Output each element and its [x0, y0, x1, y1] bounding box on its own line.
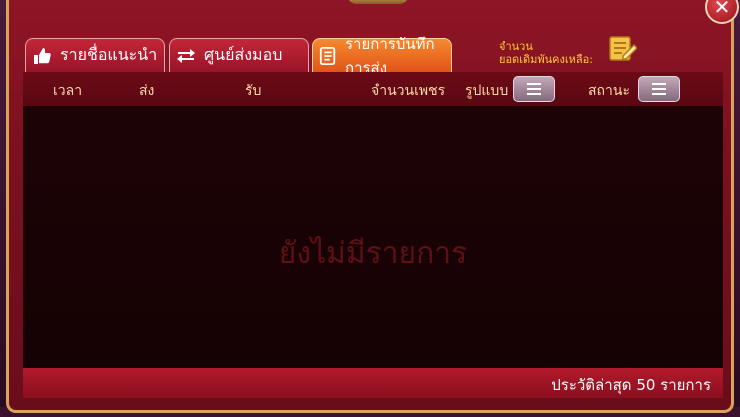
- col-time: เวลา: [53, 83, 83, 99]
- table-header: เวลา ส่ง รับ จำนวนเพชร รูปแบบ สถานะ: [23, 72, 723, 106]
- footer-bar: ประวัติล่าสุด 50 รายการ: [23, 368, 723, 398]
- menu-icon: [652, 83, 666, 95]
- tab-history[interactable]: รายการบันทึกการส่ง: [312, 35, 452, 77]
- balance-label-line1: จำนวน: [499, 40, 533, 53]
- top-ornament: [347, 0, 409, 4]
- tab-recommend-label: รายชื่อแนะนำ: [60, 45, 158, 64]
- footer-note: ประวัติล่าสุด 50 รายการ: [551, 376, 711, 394]
- document-icon: [319, 46, 337, 66]
- records-list[interactable]: ยังไม่มีรายการ: [23, 106, 723, 368]
- col-type: รูปแบบ: [465, 83, 509, 99]
- status-filter-button[interactable]: [638, 76, 680, 102]
- menu-icon: [527, 83, 541, 95]
- swap-arrows-icon: [176, 46, 196, 66]
- thumbs-up-icon: [32, 46, 52, 66]
- type-filter-button[interactable]: [513, 76, 555, 102]
- tab-recommend[interactable]: รายชื่อแนะนำ: [25, 38, 165, 72]
- balance-label: จำนวน ยอดเดิมพันคงเหลือ:: [499, 40, 593, 66]
- empty-message: ยังไม่มีรายการ: [278, 236, 468, 271]
- tab-delivery-label: ศูนย์ส่งมอบ: [204, 45, 283, 64]
- close-button[interactable]: ✕: [705, 0, 739, 24]
- col-receive: รับ: [245, 83, 262, 99]
- col-diamonds: จำนวนเพชร: [371, 83, 446, 99]
- history-dialog: ✕ รายชื่อแนะนำ ศูนย์ส่งมอบ รายการบันทึกก…: [6, 0, 739, 413]
- col-send: ส่ง: [139, 83, 155, 99]
- tab-delivery[interactable]: ศูนย์ส่งมอบ: [169, 38, 309, 72]
- close-icon: ✕: [713, 0, 731, 19]
- edit-note-icon[interactable]: [607, 33, 639, 63]
- col-status: สถานะ: [588, 83, 630, 99]
- balance-label-line2: ยอดเดิมพันคงเหลือ:: [499, 53, 593, 66]
